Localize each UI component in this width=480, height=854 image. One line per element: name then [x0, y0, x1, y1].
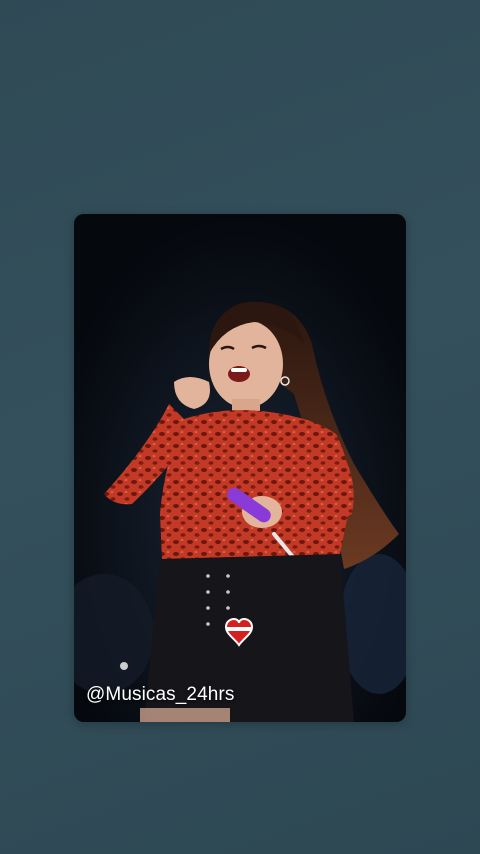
story-media-card[interactable]: @Musicas_24hrs: [74, 214, 406, 722]
stage-light-icon: [120, 662, 128, 670]
singer-on-stage-photo: [74, 214, 406, 722]
watermark-handle: @Musicas_24hrs: [86, 684, 235, 705]
